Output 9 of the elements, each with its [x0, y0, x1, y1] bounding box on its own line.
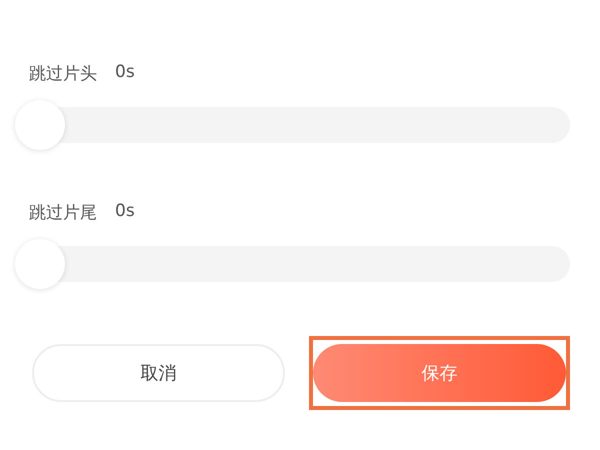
setting-label: 跳过片头 [29, 63, 97, 85]
slider-thumb[interactable] [15, 100, 65, 150]
setting-value: 0s [115, 201, 135, 223]
slider[interactable] [15, 100, 570, 150]
slider-thumb[interactable] [15, 239, 65, 289]
setting-value: 0s [115, 62, 135, 84]
setting-label: 跳过片尾 [29, 202, 97, 224]
slider[interactable] [15, 239, 570, 289]
button[interactable]: 取消 [32, 344, 285, 402]
